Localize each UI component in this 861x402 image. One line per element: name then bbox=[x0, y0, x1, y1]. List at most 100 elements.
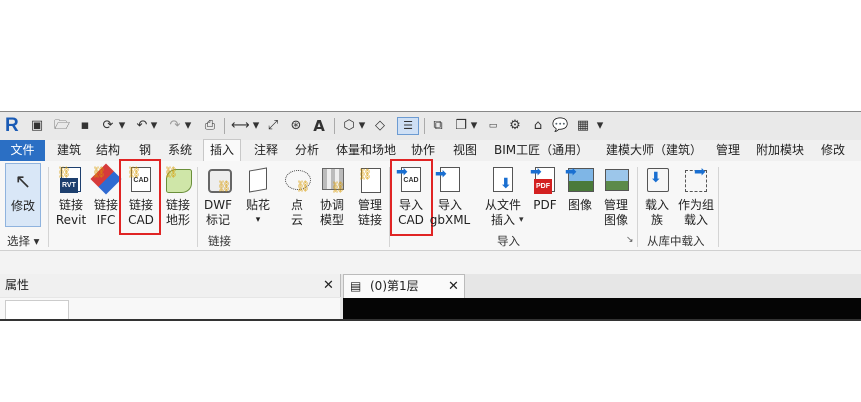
select-group-text: 选择 bbox=[7, 234, 30, 248]
select-dropdown-icon[interactable]: ▾ bbox=[34, 234, 40, 248]
link-ifc-icon: ⛓ bbox=[90, 163, 122, 195]
tab-systems[interactable]: 系统 bbox=[168, 140, 192, 161]
chain-link-icon: ⛓ bbox=[92, 166, 106, 179]
tab-bim-craftsman[interactable]: BIM工匠（通用） bbox=[494, 140, 588, 161]
comment-icon[interactable]: 💬 bbox=[552, 118, 568, 134]
select-group-label[interactable]: 选择 ▾ bbox=[7, 233, 39, 249]
tag-icon[interactable]: ⊛ bbox=[288, 118, 304, 134]
decal-label: 贴花 bbox=[245, 198, 270, 212]
manage-links-icon: ⛓ bbox=[355, 165, 385, 195]
dwf-markup-button[interactable]: ⛓ DWF 标记 bbox=[198, 165, 238, 228]
manage-images-icon bbox=[601, 165, 631, 195]
open-folder-icon[interactable]: 🗁 bbox=[54, 118, 70, 134]
panels-area: 属性 ✕ ▤ (0)第1层 ✕ bbox=[0, 274, 861, 319]
tab-view[interactable]: 视图 bbox=[453, 140, 477, 161]
link-group-label: 链接 bbox=[208, 234, 231, 248]
image-label: 图像 bbox=[567, 198, 592, 212]
text-icon[interactable]: A bbox=[311, 118, 327, 134]
import-image-button[interactable]: ➡ 图像 bbox=[562, 165, 598, 213]
tab-manage[interactable]: 管理 bbox=[716, 140, 740, 161]
import-arrow-icon: ➡ bbox=[530, 164, 542, 180]
switch-windows-dropdown-icon[interactable]: ▾ bbox=[470, 118, 478, 134]
tab-modeling-master[interactable]: 建模大师（建筑） bbox=[606, 140, 702, 161]
print-icon[interactable]: ⎙ bbox=[201, 118, 219, 134]
view-tab-close-icon[interactable]: ✕ bbox=[448, 275, 459, 298]
revit-logo-icon[interactable]: R bbox=[5, 115, 23, 136]
undo-dropdown-icon[interactable]: ▾ bbox=[150, 118, 158, 134]
manage-links-button[interactable]: ⛓ 管理 链接 bbox=[350, 165, 390, 228]
panel-divider bbox=[718, 167, 719, 247]
link-revit-icon: ⛓ RVT bbox=[56, 165, 86, 195]
tab-steel[interactable]: 钢 bbox=[139, 140, 151, 161]
tab-insert[interactable]: 插入 bbox=[203, 139, 242, 161]
decal-dropdown-icon[interactable]: ▾ bbox=[238, 213, 278, 228]
properties-close-icon[interactable]: ✕ bbox=[323, 274, 334, 297]
tab-add-ins[interactable]: 附加模块 bbox=[756, 140, 804, 161]
decal-button[interactable]: 贴花 ▾ bbox=[238, 165, 278, 228]
link-topo-label-2: 地形 bbox=[165, 213, 190, 227]
tab-annotate[interactable]: 注释 bbox=[254, 140, 278, 161]
load-as-group-button[interactable]: ➡ 作为组 载入 bbox=[676, 165, 716, 228]
tab-analyze[interactable]: 分析 bbox=[295, 140, 319, 161]
tab-modify[interactable]: 修改 bbox=[821, 140, 845, 161]
import-pdf-button[interactable]: PDF ➡ PDF bbox=[527, 165, 563, 213]
redo-dropdown-icon[interactable]: ▾ bbox=[184, 118, 192, 134]
info-center-icon[interactable]: ▣ bbox=[30, 118, 44, 134]
modify-label: 修改 bbox=[10, 199, 35, 213]
tab-structure[interactable]: 结构 bbox=[96, 140, 120, 161]
manage-images-button[interactable]: 管理 图像 bbox=[597, 165, 635, 228]
modify-button[interactable]: ↖ 修改 bbox=[5, 163, 41, 227]
chain-link-icon: ⛓ bbox=[217, 180, 231, 193]
tab-architecture[interactable]: 建筑 bbox=[57, 140, 81, 161]
link-topography-button[interactable]: ⛓ 链接 地形 bbox=[158, 165, 198, 228]
measure-icon[interactable]: ⟷ bbox=[231, 118, 250, 134]
tab-collaborate[interactable]: 协作 bbox=[411, 140, 435, 161]
import-panel-launcher-icon[interactable]: ↘ bbox=[626, 235, 634, 245]
save-icon[interactable]: ▪ bbox=[77, 118, 93, 134]
close-hidden-windows-icon[interactable]: ⧉ bbox=[430, 118, 446, 134]
insert-from-file-icon: ⬇ bbox=[488, 165, 518, 195]
settings-icon[interactable]: ⚙ bbox=[507, 118, 523, 134]
customize-qat-dropdown-icon[interactable]: ▾ bbox=[596, 118, 604, 134]
view-tab-level-1[interactable]: ▤ (0)第1层 ✕ bbox=[343, 274, 465, 298]
point-cloud-button[interactable]: ⛓ 点 云 bbox=[277, 165, 317, 228]
3d-view-icon[interactable]: ⬡ bbox=[341, 118, 357, 134]
redo-icon[interactable]: ↷ bbox=[167, 118, 183, 134]
home-icon[interactable]: ⌂ bbox=[530, 118, 546, 134]
type-selector[interactable] bbox=[5, 300, 69, 319]
load-from-library-group-label: 从库中载入 bbox=[647, 234, 705, 248]
qat-divider bbox=[334, 118, 335, 134]
coordination-model-icon: ⛓ bbox=[317, 165, 347, 195]
load-family-button[interactable]: ⬇ 载入 族 bbox=[638, 165, 676, 228]
grid-icon[interactable]: ▦ bbox=[575, 118, 591, 134]
decal-icon bbox=[243, 165, 273, 195]
tab-massing-site[interactable]: 体量和场地 bbox=[336, 140, 396, 161]
image-icon: ➡ bbox=[565, 165, 595, 195]
qat-divider bbox=[224, 118, 225, 134]
tab-file[interactable]: 文件 bbox=[0, 140, 45, 161]
link-revit-button[interactable]: ⛓ RVT 链接 Revit bbox=[51, 165, 91, 228]
sync-icon[interactable]: ⟳ bbox=[100, 118, 116, 134]
import-group-label: 导入 bbox=[497, 234, 520, 248]
as-group-label-2: 载入 bbox=[683, 213, 708, 227]
import-gbxml-button[interactable]: ➡ 导入 gbXML bbox=[428, 165, 472, 228]
insert-from-file-dropdown-icon[interactable]: ▾ bbox=[519, 215, 524, 225]
sync-dropdown-icon[interactable]: ▾ bbox=[118, 118, 126, 134]
tab-views-icon[interactable]: ▭ bbox=[484, 118, 502, 134]
measure-dropdown-icon[interactable]: ▾ bbox=[252, 118, 260, 134]
dwf-label-1: DWF bbox=[203, 198, 232, 212]
chain-link-icon: ⛓ bbox=[164, 166, 178, 179]
undo-icon[interactable]: ↶ bbox=[134, 118, 150, 134]
3d-dropdown-icon[interactable]: ▾ bbox=[358, 118, 366, 134]
properties-panel-body bbox=[0, 298, 340, 319]
panel-divider bbox=[48, 167, 49, 247]
dwf-label-2: 标记 bbox=[205, 213, 230, 227]
cursor-arrow-icon: ↖ bbox=[14, 169, 32, 193]
coordination-model-button[interactable]: ⛓ 协调 模型 bbox=[312, 165, 352, 228]
drawing-canvas[interactable] bbox=[343, 298, 861, 319]
aligned-dimension-icon[interactable]: ⤢ bbox=[265, 118, 281, 134]
thin-lines-icon[interactable]: ☰ bbox=[397, 117, 419, 135]
coord-label-1: 协调 bbox=[319, 198, 344, 212]
switch-windows-icon[interactable]: ❐ bbox=[453, 118, 469, 134]
section-icon[interactable]: ◇ bbox=[372, 118, 388, 134]
